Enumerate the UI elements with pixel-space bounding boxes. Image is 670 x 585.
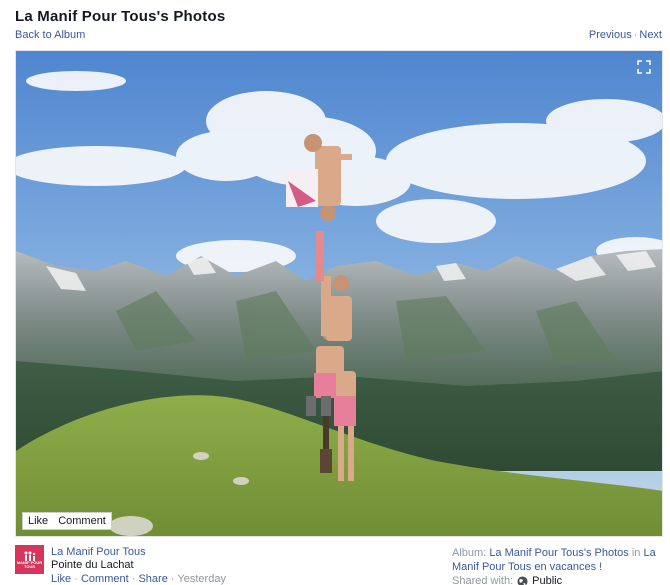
expand-icon[interactable] xyxy=(636,59,652,75)
album-in-text: in xyxy=(631,547,641,559)
shared-with-label: Shared with: xyxy=(452,575,514,585)
page-owner-link[interactable]: La Manif Pour Tous xyxy=(51,546,146,558)
photo-image xyxy=(16,51,662,536)
album-link[interactable]: La Manif Pour Tous's Photos xyxy=(489,547,628,559)
comment-link[interactable]: Comment xyxy=(81,573,129,585)
post-timestamp[interactable]: Yesterday xyxy=(177,573,226,585)
previous-link[interactable]: Previous xyxy=(589,29,632,41)
globe-icon xyxy=(517,575,528,585)
back-to-album-link[interactable]: Back to Album xyxy=(15,29,85,41)
avatar-logo-text: MANIF POUR TOUS xyxy=(16,559,43,569)
next-link[interactable]: Next xyxy=(639,29,662,41)
meta-separator: · xyxy=(131,573,136,585)
share-link[interactable]: Share xyxy=(138,573,167,585)
page-title: La Manif Pour Tous's Photos xyxy=(15,8,226,25)
photo-nav: Previous · Next xyxy=(589,29,662,41)
privacy-value[interactable]: Public xyxy=(532,575,562,585)
photo-viewer[interactable]: Like Comment xyxy=(15,50,663,537)
photo-comment-button[interactable]: Comment xyxy=(58,515,106,527)
like-link[interactable]: Like xyxy=(51,573,71,585)
album-info: Album: La Manif Pour Tous's Photos in La… xyxy=(452,546,662,574)
family-logo-icon xyxy=(24,551,35,561)
page-avatar[interactable]: MANIF POUR TOUS xyxy=(15,545,44,574)
photo-like-button[interactable]: Like xyxy=(28,515,48,527)
post-meta-row: Like · Comment · Share · Yesterday xyxy=(51,573,226,585)
photo-caption: Pointe du Lachat xyxy=(51,559,134,571)
album-label: Album: xyxy=(452,547,487,559)
photo-footer: MANIF POUR TOUS La Manif Pour Tous Point… xyxy=(0,545,670,585)
meta-separator: · xyxy=(170,573,175,585)
photo-actions-bar: Like Comment xyxy=(22,512,112,530)
shared-with-row: Shared with: Public xyxy=(452,575,562,585)
meta-separator: · xyxy=(74,573,78,585)
